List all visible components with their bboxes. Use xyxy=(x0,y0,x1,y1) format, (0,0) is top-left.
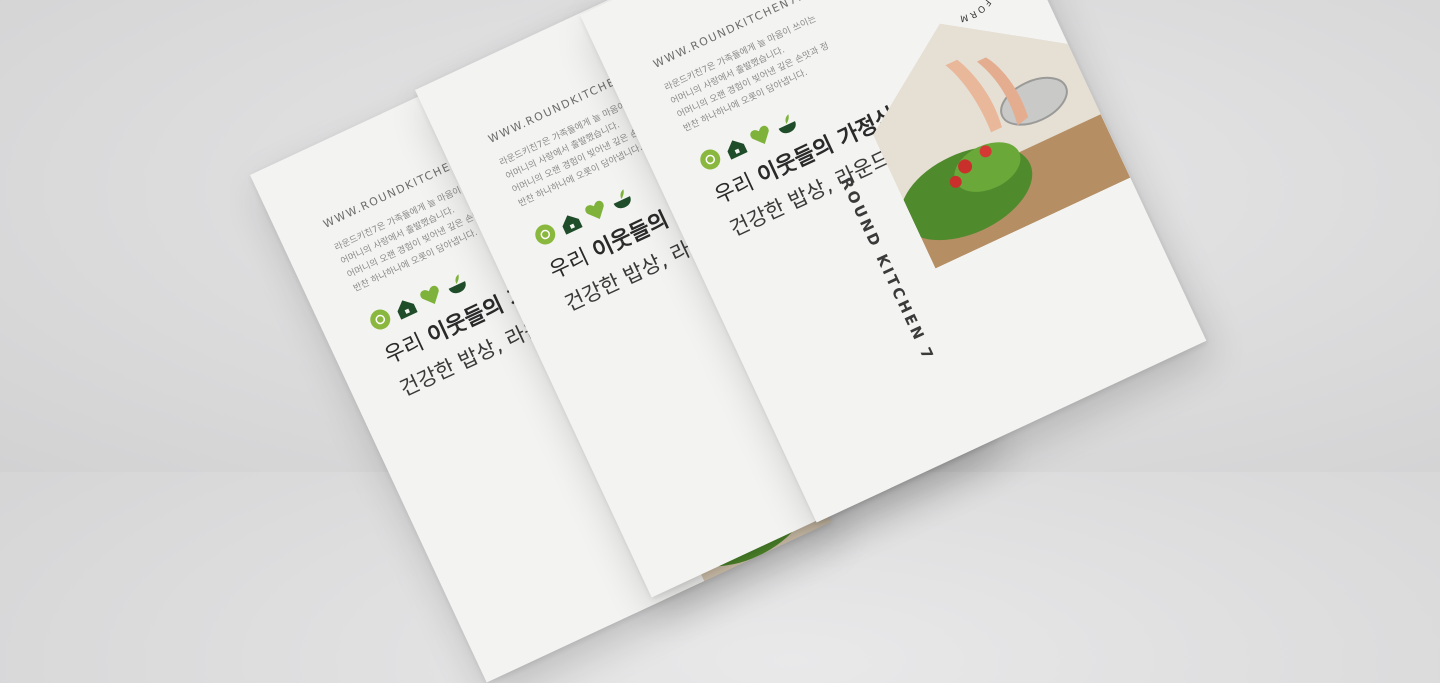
bowl-sprout-icon xyxy=(613,189,631,209)
sun-circle-icon xyxy=(700,149,721,170)
svg-text:HOMEMADE RECIPE PLATFORM: HOMEMADE RECIPE PLATFORM xyxy=(895,0,1015,38)
badge-text: HOMEMADE RECIPE PLATFORM xyxy=(895,0,1015,38)
heart-icon xyxy=(750,125,769,144)
house-icon xyxy=(562,215,583,235)
sun-circle-icon xyxy=(370,309,391,330)
heart-icon xyxy=(585,200,604,219)
bowl-sprout-icon xyxy=(778,114,796,134)
sun-circle-icon xyxy=(535,224,556,245)
scene: WWW.ROUNDKITCHEN7.CO.KR 라운드키친7은 가족들에게 늘 … xyxy=(0,0,1440,683)
heart-icon xyxy=(420,285,439,304)
house-icon xyxy=(397,300,418,320)
bowl-sprout-icon xyxy=(448,274,466,294)
house-icon xyxy=(727,140,748,160)
